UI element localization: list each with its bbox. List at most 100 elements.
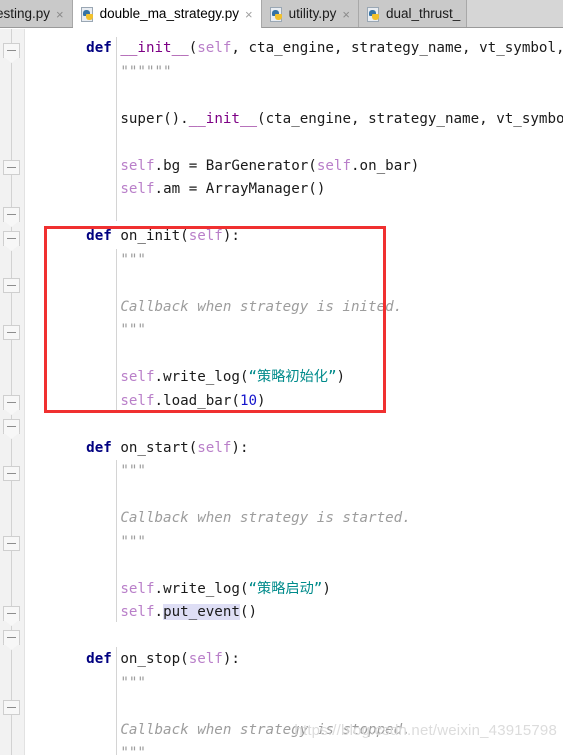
code-token: """""" bbox=[120, 63, 172, 80]
code-token: on_init bbox=[120, 228, 181, 244]
code-fold-toggle[interactable] bbox=[3, 231, 20, 246]
code-fold-toggle[interactable] bbox=[3, 606, 20, 621]
code-fold-toggle[interactable] bbox=[3, 395, 20, 410]
editor-tab-utility-py[interactable]: utility.py × bbox=[261, 0, 359, 28]
code-token: on_bar bbox=[359, 157, 411, 174]
python-file-icon bbox=[80, 6, 96, 22]
code-fold-toggle[interactable] bbox=[3, 536, 20, 551]
code-line[interactable]: self.am = ArrayManager() bbox=[52, 178, 563, 202]
code-token: self bbox=[120, 157, 155, 174]
code-line[interactable]: Callback when strategy is stopped. bbox=[52, 719, 563, 743]
code-token: . bbox=[154, 157, 164, 174]
code-line[interactable] bbox=[52, 554, 563, 578]
code-fold-toggle[interactable] bbox=[3, 419, 20, 434]
code-fold-toggle[interactable] bbox=[3, 630, 20, 645]
code-token: ( bbox=[231, 392, 240, 409]
editor-tab-bar: esting.py × double_ma_strategy.py × utility.… bbox=[0, 0, 563, 28]
code-line[interactable] bbox=[52, 202, 563, 226]
code-line[interactable] bbox=[52, 484, 563, 508]
close-icon[interactable]: × bbox=[243, 8, 255, 21]
code-line[interactable]: Callback when strategy is inited. bbox=[52, 296, 563, 320]
code-line[interactable]: """ bbox=[52, 249, 563, 273]
code-line[interactable]: def on_start(self): bbox=[52, 437, 563, 461]
code-token: write_log bbox=[163, 369, 240, 385]
close-icon[interactable]: × bbox=[340, 8, 352, 21]
code-line[interactable]: """ bbox=[52, 742, 563, 755]
code-line[interactable]: """""" bbox=[52, 61, 563, 85]
source-code[interactable]: def __init__(self, cta_engine, strategy_… bbox=[25, 29, 563, 755]
minus-icon bbox=[7, 637, 16, 638]
code-editor-area[interactable]: def __init__(self, cta_engine, strategy_… bbox=[25, 29, 563, 755]
code-line[interactable] bbox=[52, 84, 563, 108]
code-token: Callback when strategy is started. bbox=[120, 510, 411, 526]
code-fold-toggle[interactable] bbox=[3, 160, 20, 175]
code-line[interactable]: """ bbox=[52, 460, 563, 484]
editor-tab-double-ma-strategy-py[interactable]: double_ma_strategy.py × bbox=[72, 0, 262, 28]
minus-icon bbox=[7, 238, 16, 239]
code-token: super bbox=[120, 110, 164, 127]
code-token: “策略初始化” bbox=[248, 369, 337, 385]
code-line[interactable]: def on_init(self): bbox=[52, 225, 563, 249]
code-token: ( bbox=[188, 40, 198, 56]
code-line[interactable]: self.write_log(“策略初始化”) bbox=[52, 366, 563, 390]
code-fold-toggle[interactable] bbox=[3, 325, 20, 340]
code-line[interactable] bbox=[52, 695, 563, 719]
code-line[interactable]: def __init__(self, cta_engine, strategy_… bbox=[52, 37, 563, 61]
code-token: ( bbox=[180, 651, 189, 667]
code-line[interactable] bbox=[52, 413, 563, 437]
code-line[interactable]: super().__init__(cta_engine, strategy_na… bbox=[52, 108, 563, 132]
code-line[interactable]: def on_stop(self): bbox=[52, 648, 563, 672]
code-line[interactable]: self.load_bar(10) bbox=[52, 390, 563, 414]
minus-icon bbox=[7, 543, 16, 544]
code-token: self bbox=[188, 228, 223, 244]
code-line[interactable] bbox=[52, 272, 563, 296]
code-fold-toggle[interactable] bbox=[3, 43, 20, 58]
code-line[interactable]: """ bbox=[52, 672, 563, 696]
code-line[interactable]: self.put_event() bbox=[52, 601, 563, 625]
code-line[interactable] bbox=[52, 131, 563, 155]
code-token: self bbox=[120, 392, 155, 409]
code-token: ( bbox=[188, 439, 198, 456]
code-fold-toggle[interactable] bbox=[3, 700, 20, 715]
code-line[interactable]: self.write_log(“策略启动”) bbox=[52, 578, 563, 602]
code-token: () bbox=[163, 110, 181, 127]
editor-gutter[interactable] bbox=[0, 29, 25, 755]
code-fold-toggle[interactable] bbox=[3, 207, 20, 222]
tab-label: utility.py bbox=[288, 6, 337, 22]
code-token: ) bbox=[322, 580, 331, 597]
minus-icon bbox=[7, 402, 16, 403]
minus-icon bbox=[7, 332, 16, 333]
code-token: """ bbox=[120, 745, 146, 755]
editor-tab-esting-py[interactable]: esting.py × bbox=[0, 0, 73, 28]
code-fold-toggle[interactable] bbox=[3, 466, 20, 481]
code-line[interactable]: Callback when strategy is started. bbox=[52, 507, 563, 531]
code-line[interactable]: """ bbox=[52, 531, 563, 555]
code-token: def bbox=[86, 439, 112, 456]
code-line[interactable]: """ bbox=[52, 319, 563, 343]
code-token: ): bbox=[222, 228, 240, 244]
code-token: . bbox=[154, 181, 164, 197]
code-token: def bbox=[86, 651, 112, 667]
code-token: __init__ bbox=[120, 40, 189, 56]
code-token: ( bbox=[257, 110, 266, 127]
code-token: am bbox=[163, 181, 181, 197]
close-icon[interactable]: × bbox=[54, 8, 66, 21]
editor-tab-dual-thrust-[interactable]: dual_thrust_ bbox=[358, 0, 468, 28]
minus-icon bbox=[7, 50, 16, 51]
code-fold-toggle[interactable] bbox=[3, 278, 20, 293]
code-line[interactable] bbox=[52, 625, 563, 649]
code-token: ( bbox=[180, 228, 189, 244]
code-token: """ bbox=[120, 533, 146, 550]
code-line[interactable] bbox=[52, 343, 563, 367]
minus-icon bbox=[7, 285, 16, 286]
code-line[interactable]: self.bg = BarGenerator(self.on_bar) bbox=[52, 155, 563, 179]
